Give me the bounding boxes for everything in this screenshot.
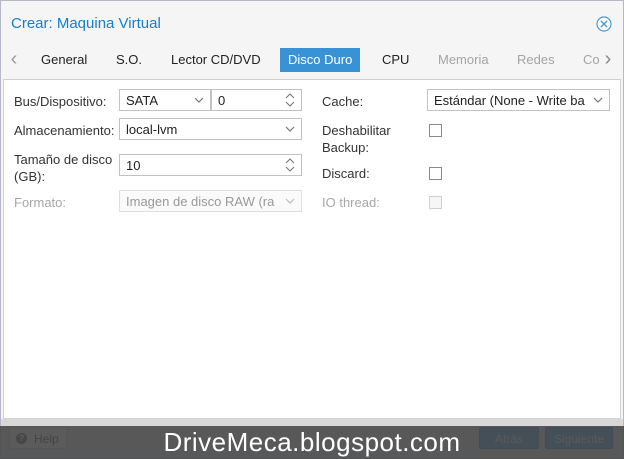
- disk-form-panel: Bus/Dispositivo: SATA 0 Almacenamiento: …: [3, 80, 621, 419]
- disk-size-label: Tamaño de disco (GB):: [14, 152, 113, 184]
- spinner-arrows-icon[interactable]: [283, 91, 297, 109]
- disk-size-spinner[interactable]: 10: [119, 154, 302, 176]
- help-button-label: Help: [34, 432, 59, 446]
- cache-select[interactable]: Estándar (None - Write ba: [427, 89, 610, 111]
- dialog-footer: ? Help Atrás Siguiente: [1, 419, 623, 458]
- help-button[interactable]: ? Help: [9, 427, 67, 449]
- cache-label: Cache:: [322, 94, 364, 109]
- storage-select[interactable]: local-lvm: [119, 118, 302, 140]
- help-icon: ?: [16, 433, 27, 444]
- dialog-title: Crear: Maquina Virtual: [11, 15, 161, 32]
- close-icon[interactable]: [596, 16, 612, 32]
- chevron-down-icon[interactable]: [192, 93, 206, 107]
- tab-cd-dvd[interactable]: Lector CD/DVD: [163, 48, 269, 72]
- tab-scroll-left-icon[interactable]: ‹: [7, 49, 21, 69]
- spinner-arrows-icon[interactable]: [283, 156, 297, 174]
- discard-label: Discard:: [322, 166, 370, 181]
- bus-device-label: Bus/Dispositivo:: [14, 94, 107, 109]
- back-button[interactable]: Atrás: [479, 427, 539, 449]
- tab-os[interactable]: S.O.: [108, 48, 150, 72]
- chevron-down-icon[interactable]: [283, 194, 297, 208]
- discard-checkbox[interactable]: [429, 167, 442, 180]
- tab-disco-duro[interactable]: Disco Duro: [280, 48, 361, 72]
- tab-cpu[interactable]: CPU: [374, 48, 417, 72]
- tab-redes[interactable]: Redes: [509, 48, 563, 72]
- bus-select[interactable]: SATA: [119, 89, 211, 111]
- tab-memoria[interactable]: Memoria: [430, 48, 497, 72]
- dialog-titlebar[interactable]: Crear: Maquina Virtual: [1, 1, 623, 43]
- tab-general[interactable]: General: [33, 48, 95, 72]
- create-vm-dialog: Crear: Maquina Virtual ‹ General S.O. Le…: [0, 0, 624, 459]
- disable-backup-label: Deshabilitar Backup:: [322, 123, 391, 155]
- io-thread-label: IO thread:: [322, 195, 380, 210]
- chevron-down-icon[interactable]: [283, 122, 297, 136]
- io-thread-checkbox[interactable]: [429, 196, 442, 209]
- format-label: Formato:: [14, 195, 67, 210]
- format-select[interactable]: Imagen de disco RAW (ra: [119, 190, 302, 212]
- device-number-spinner[interactable]: 0: [211, 89, 302, 111]
- disable-backup-checkbox[interactable]: [429, 124, 442, 137]
- next-button[interactable]: Siguiente: [545, 427, 613, 449]
- tab-bar: ‹ General S.O. Lector CD/DVD Disco Duro …: [3, 43, 621, 80]
- chevron-down-icon[interactable]: [591, 93, 605, 107]
- storage-label: Almacenamiento:: [14, 123, 115, 138]
- tab-scroll-right-icon[interactable]: ›: [601, 49, 615, 69]
